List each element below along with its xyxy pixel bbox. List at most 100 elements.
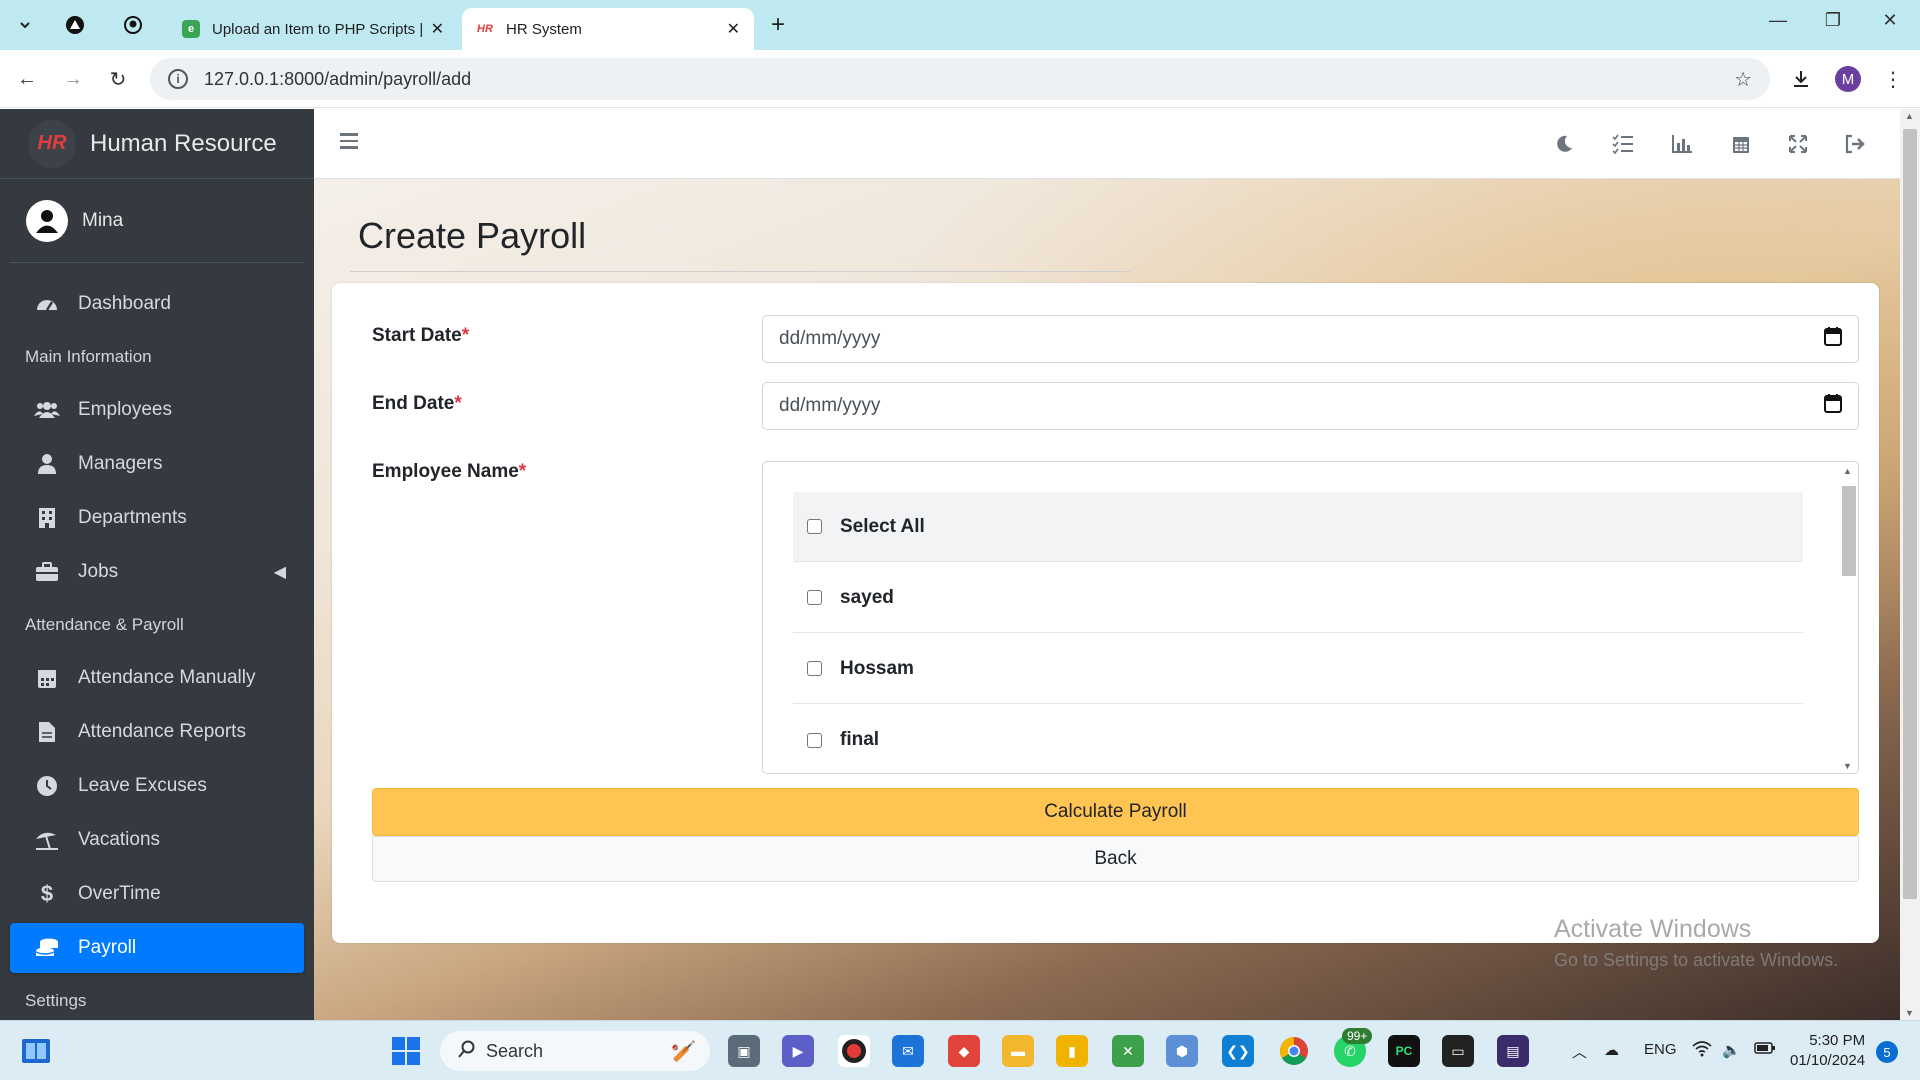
- list-item[interactable]: final: [793, 705, 1803, 773]
- excel-tool-icon[interactable]: ✕: [1112, 1035, 1144, 1067]
- wifi-icon[interactable]: [1692, 1041, 1712, 1061]
- fullscreen-expand-icon[interactable]: [1783, 129, 1813, 159]
- notification-count-badge[interactable]: 5: [1876, 1041, 1898, 1063]
- pinned-tab-icon[interactable]: [60, 10, 90, 40]
- calendar-picker-icon[interactable]: [1824, 326, 1842, 352]
- teams-icon[interactable]: ▶: [782, 1035, 814, 1067]
- download-icon[interactable]: [1786, 64, 1816, 94]
- onedrive-cloud-icon[interactable]: ☁: [1604, 1041, 1619, 1059]
- calculate-payroll-button[interactable]: Calculate Payroll: [372, 788, 1859, 836]
- list-item[interactable]: sayed: [793, 563, 1803, 633]
- title-divider: [350, 271, 1130, 272]
- sidebar-item-overtime[interactable]: $ OverTime: [10, 869, 304, 919]
- sidebar-item-jobs[interactable]: Jobs ◀: [10, 547, 304, 597]
- tasks-list-icon[interactable]: [1608, 129, 1638, 159]
- close-tab-icon[interactable]: ✕: [727, 19, 740, 39]
- window-close-icon[interactable]: ✕: [1870, 10, 1910, 31]
- sidebar-item-managers[interactable]: Managers: [10, 439, 304, 489]
- system-clock[interactable]: 5:30 PM 01/10/2024: [1790, 1031, 1865, 1071]
- end-date-label: End Date*: [372, 393, 462, 414]
- sidebar-item-dashboard[interactable]: Dashboard: [10, 279, 304, 329]
- anydesk-icon[interactable]: ◆: [948, 1035, 980, 1067]
- sidebar-item-employees[interactable]: Employees: [10, 385, 304, 435]
- mail-icon[interactable]: ✉: [892, 1035, 924, 1067]
- volume-icon[interactable]: 🔈: [1722, 1041, 1741, 1059]
- power-bi-icon[interactable]: ▮: [1056, 1035, 1088, 1067]
- hr-logo-icon: HR: [28, 119, 76, 168]
- tab-upload-item[interactable]: e Upload an Item to PHP Scripts | ✕: [168, 8, 458, 50]
- close-tab-icon[interactable]: ✕: [431, 19, 444, 39]
- vscode-icon[interactable]: ❮❯: [1222, 1035, 1254, 1067]
- back-arrow-icon[interactable]: ←: [12, 64, 42, 94]
- profile-avatar[interactable]: M: [1835, 66, 1861, 92]
- bar-chart-icon[interactable]: [1667, 129, 1697, 159]
- logout-icon[interactable]: [1840, 129, 1870, 159]
- site-info-icon[interactable]: i: [168, 69, 188, 89]
- pycharm-icon[interactable]: PC: [1388, 1035, 1420, 1067]
- minimize-icon[interactable]: —: [1758, 10, 1798, 31]
- sidebar-item-departments[interactable]: Departments: [10, 493, 304, 543]
- scroll-up-arrow-icon[interactable]: ▲: [1905, 111, 1914, 121]
- briefcase-icon: [34, 560, 60, 584]
- reload-icon[interactable]: ↻: [103, 64, 133, 94]
- list-scrollbar-thumb[interactable]: [1842, 486, 1856, 576]
- hamburger-menu-icon[interactable]: [340, 129, 370, 159]
- sidebar-item-attendance-manually[interactable]: Attendance Manually: [10, 653, 304, 703]
- back-button[interactable]: Back: [372, 836, 1859, 882]
- windows-activation-watermark: Activate Windows Go to Settings to activ…: [1554, 915, 1839, 970]
- list-item[interactable]: Hossam: [793, 634, 1803, 704]
- select-all-checkbox[interactable]: [807, 519, 822, 534]
- user-avatar-icon: [26, 199, 68, 242]
- screen-recorder-icon[interactable]: [838, 1035, 870, 1067]
- start-date-input[interactable]: dd/mm/yyyy: [762, 315, 1859, 363]
- app-switcher-icon[interactable]: ▤: [1497, 1035, 1529, 1067]
- task-view-icon[interactable]: ▣: [728, 1035, 760, 1067]
- sidebar-item-vacations[interactable]: Vacations: [10, 815, 304, 865]
- chevron-left-icon[interactable]: ◀: [274, 562, 286, 582]
- brand-link[interactable]: HR Human Resource: [0, 109, 314, 179]
- employee-checkbox[interactable]: [807, 732, 822, 748]
- employee-select-list[interactable]: Select All sayed Hossam final ▲ ▼: [762, 461, 1859, 774]
- restore-icon[interactable]: ❐: [1813, 10, 1853, 31]
- users-icon: [34, 398, 60, 422]
- battery-icon[interactable]: [1754, 1041, 1776, 1059]
- terminal-icon[interactable]: ▭: [1442, 1035, 1474, 1067]
- new-tab-icon[interactable]: +: [763, 10, 793, 40]
- sidebar-item-attendance-reports[interactable]: Attendance Reports: [10, 707, 304, 757]
- chrome-icon[interactable]: [1278, 1035, 1310, 1067]
- calendar-icon[interactable]: [1726, 129, 1756, 159]
- search-icon: [458, 1040, 476, 1063]
- browser-menu-icon[interactable]: ⋮: [1878, 64, 1908, 94]
- user-name: Mina: [82, 209, 124, 231]
- address-bar[interactable]: i 127.0.0.1:8000/admin/payroll/add ☆: [150, 58, 1770, 100]
- list-item-select-all[interactable]: Select All: [793, 492, 1803, 562]
- user-panel[interactable]: Mina: [10, 179, 304, 263]
- language-indicator[interactable]: ENG: [1644, 1041, 1677, 1058]
- list-scrollbar[interactable]: ▲ ▼: [1840, 466, 1856, 771]
- end-date-input[interactable]: dd/mm/yyyy: [762, 382, 1859, 430]
- page-scrollbar[interactable]: ▲ ▼: [1900, 109, 1920, 1020]
- widgets-icon[interactable]: [20, 1035, 52, 1067]
- bookmark-star-icon[interactable]: ☆: [1734, 67, 1752, 92]
- github-pinned-tab-icon[interactable]: [118, 10, 148, 40]
- employee-checkbox[interactable]: [807, 590, 822, 605]
- virtualbox-icon[interactable]: ⬢: [1166, 1035, 1198, 1067]
- scroll-up-arrow-icon[interactable]: ▲: [1843, 466, 1852, 476]
- windows-start-icon[interactable]: [390, 1035, 422, 1067]
- sidebar-header-settings: Settings: [25, 991, 87, 1010]
- scroll-down-arrow-icon[interactable]: ▼: [1905, 1008, 1914, 1018]
- sidebar-item-payroll[interactable]: Payroll: [10, 923, 304, 973]
- sidebar-item-leave-excuses[interactable]: Leave Excuses: [10, 761, 304, 811]
- tab-hr-system[interactable]: HR HR System ✕: [462, 8, 754, 50]
- taskbar-search-box[interactable]: Search 🏏: [440, 1031, 710, 1071]
- dark-mode-moon-icon[interactable]: [1549, 129, 1579, 159]
- page-scrollbar-thumb[interactable]: [1903, 129, 1917, 899]
- tray-chevron-up-icon[interactable]: ︿: [1572, 1041, 1587, 1062]
- tab-search-icon[interactable]: [10, 10, 40, 40]
- calendar-picker-icon[interactable]: [1824, 393, 1842, 419]
- windows-taskbar: Search 🏏 ▣ ▶ ✉ ◆ ▬ ▮ ✕ ⬢ ❮❯ ✆ 99+ PC ▭ ▤…: [0, 1020, 1920, 1080]
- employee-checkbox[interactable]: [807, 661, 822, 676]
- forward-arrow-icon[interactable]: →: [58, 64, 88, 94]
- scroll-down-arrow-icon[interactable]: ▼: [1843, 761, 1852, 771]
- file-explorer-icon[interactable]: ▬: [1002, 1035, 1034, 1067]
